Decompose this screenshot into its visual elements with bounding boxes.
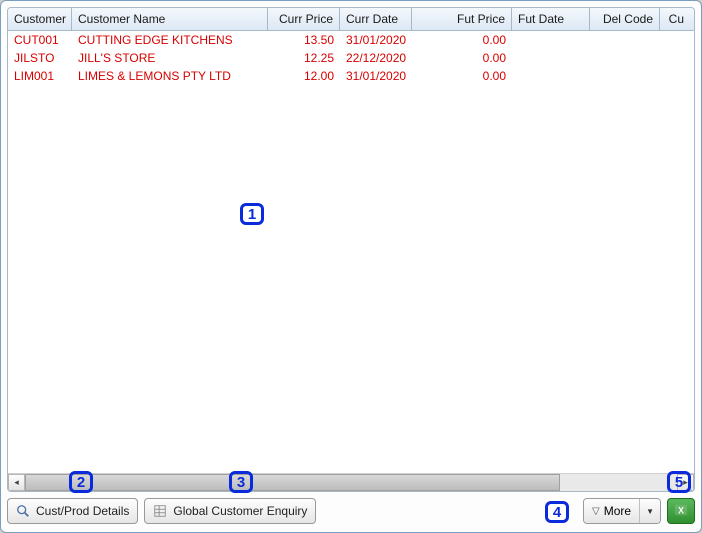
col-customer[interactable]: Customer <box>8 8 72 30</box>
cell-futprice: 0.00 <box>412 32 512 48</box>
col-curr-date[interactable]: Curr Date <box>340 8 412 30</box>
cust-prod-details-button[interactable]: Cust/Prod Details <box>7 498 138 524</box>
scroll-right-button[interactable]: ▸ <box>677 474 694 491</box>
col-fut-date[interactable]: Fut Date <box>512 8 590 30</box>
customer-price-window: Customer Customer Name Curr Price Curr D… <box>0 0 702 533</box>
scroll-thumb[interactable] <box>25 474 560 491</box>
chevron-down-icon: ▽ <box>592 506 600 517</box>
more-caret[interactable]: ▼ <box>640 499 660 523</box>
cell-delcode <box>590 39 660 41</box>
cell-currdate: 31/01/2020 <box>340 32 412 48</box>
chevron-left-icon: ◂ <box>14 477 19 488</box>
grid-header: Customer Customer Name Curr Price Curr D… <box>8 8 694 31</box>
table-row[interactable]: CUT001 CUTTING EDGE KITCHENS 13.50 31/01… <box>8 31 694 49</box>
cust-prod-label: Cust/Prod Details <box>36 504 129 518</box>
grid-icon <box>153 504 167 518</box>
magnifier-icon <box>16 504 30 518</box>
cell-delcode <box>590 75 660 77</box>
cell-customer: JILSTO <box>8 50 72 66</box>
grid-body[interactable]: CUT001 CUTTING EDGE KITCHENS 13.50 31/01… <box>8 31 694 473</box>
col-fut-price[interactable]: Fut Price <box>412 8 512 30</box>
cell-futdate <box>512 75 590 77</box>
more-button[interactable]: ▽ More <box>584 499 640 523</box>
table-row[interactable]: LIM001 LIMES & LEMONS PTY LTD 12.00 31/0… <box>8 67 694 85</box>
horizontal-scrollbar[interactable]: ◂ ▸ <box>8 473 694 491</box>
cell-delcode <box>590 57 660 59</box>
cell-name: JILL'S STORE <box>72 50 268 66</box>
caret-down-icon: ▼ <box>646 507 654 516</box>
cell-futdate <box>512 57 590 59</box>
export-excel-button[interactable]: X <box>667 498 695 524</box>
chevron-right-icon: ▸ <box>683 477 688 488</box>
global-enquiry-label: Global Customer Enquiry <box>173 504 307 518</box>
cell-currprice: 13.50 <box>268 32 340 48</box>
col-curr-price[interactable]: Curr Price <box>268 8 340 30</box>
cell-customer: LIM001 <box>8 68 72 84</box>
scroll-left-button[interactable]: ◂ <box>8 474 25 491</box>
more-label: More <box>604 504 631 518</box>
cell-futdate <box>512 39 590 41</box>
cell-futprice: 0.00 <box>412 50 512 66</box>
excel-icon: X <box>674 503 688 520</box>
cell-currdate: 22/12/2020 <box>340 50 412 66</box>
grid: Customer Customer Name Curr Price Curr D… <box>7 7 695 492</box>
more-dropdown[interactable]: ▽ More ▼ <box>583 498 661 524</box>
annotation-1: 1 <box>240 203 264 225</box>
bottom-toolbar: Cust/Prod Details Global Customer Enquir… <box>7 496 695 526</box>
cell-currprice: 12.00 <box>268 68 340 84</box>
cell-currdate: 31/01/2020 <box>340 68 412 84</box>
cell-futprice: 0.00 <box>412 68 512 84</box>
col-cu[interactable]: Cu <box>660 8 690 30</box>
col-del-code[interactable]: Del Code <box>590 8 660 30</box>
cell-currprice: 12.25 <box>268 50 340 66</box>
table-row[interactable]: JILSTO JILL'S STORE 12.25 22/12/2020 0.0… <box>8 49 694 67</box>
global-customer-enquiry-button[interactable]: Global Customer Enquiry <box>144 498 316 524</box>
cell-customer: CUT001 <box>8 32 72 48</box>
col-customer-name[interactable]: Customer Name <box>72 8 268 30</box>
cell-name: CUTTING EDGE KITCHENS <box>72 32 268 48</box>
svg-text:X: X <box>678 505 684 515</box>
scroll-track[interactable] <box>25 474 677 491</box>
cell-name: LIMES & LEMONS PTY LTD <box>72 68 268 84</box>
